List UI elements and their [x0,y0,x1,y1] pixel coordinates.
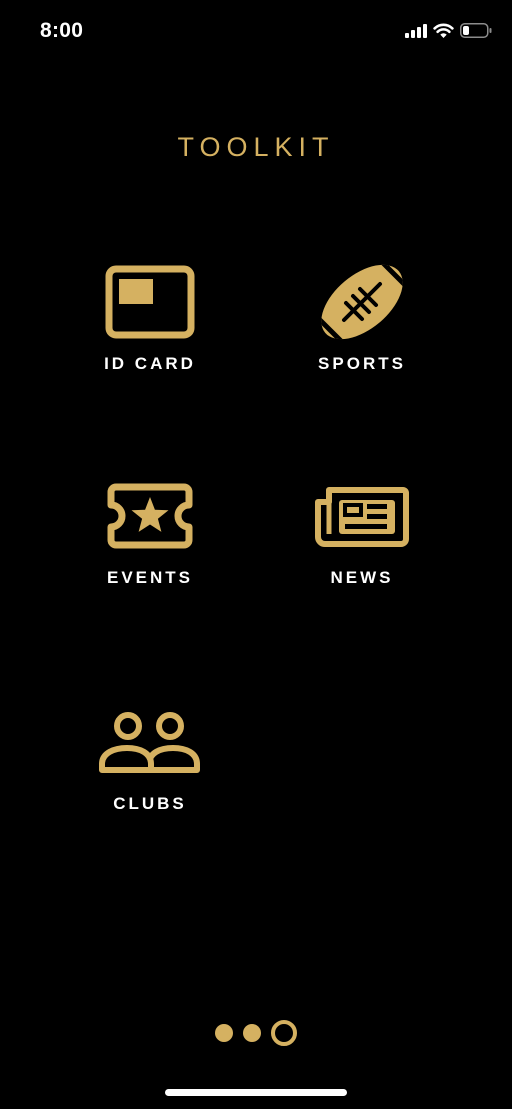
status-icons [405,23,492,43]
id-card-label: ID CARD [104,354,196,373]
clubs-label: CLUBS [113,794,187,813]
home-indicator[interactable] [165,1089,347,1096]
cellular-signal-icon [405,23,427,43]
battery-icon [460,23,492,43]
page-dot-2[interactable] [243,1024,261,1042]
page-dot-3-current[interactable] [271,1020,297,1046]
ticket-icon [107,474,193,558]
news-button[interactable]: NEWS [262,474,462,604]
sports-label: SPORTS [318,354,406,373]
sports-button[interactable]: SPORTS [262,260,462,390]
page-dot-1[interactable] [215,1024,233,1042]
page-indicator[interactable] [0,1020,512,1046]
clubs-button[interactable]: CLUBS [50,700,250,830]
status-time: 8:00 [40,19,84,42]
people-icon [98,700,202,784]
newspaper-icon [315,474,409,558]
wifi-icon [433,23,454,43]
id-card-button[interactable]: ID CARD [50,260,250,390]
news-label: NEWS [330,568,394,587]
id-card-icon [105,260,195,344]
events-label: EVENTS [106,568,194,587]
events-button[interactable]: EVENTS [50,474,250,604]
football-icon [317,260,407,344]
page-title: TOOLKIT [177,132,335,162]
status-bar: 8:00 [0,0,512,64]
